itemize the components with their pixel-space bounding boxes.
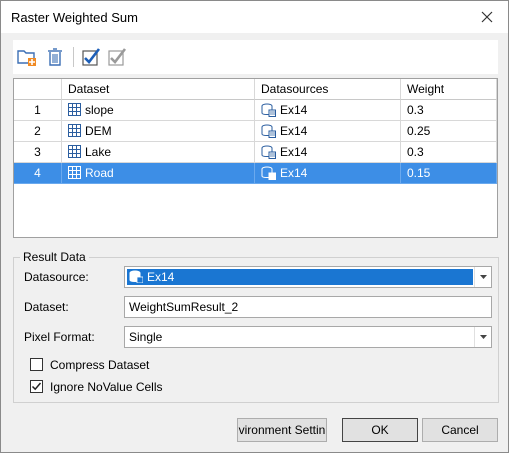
- chevron-down-icon: [479, 275, 487, 279]
- row-index: 3: [14, 142, 62, 163]
- compress-dataset-checkbox[interactable]: [30, 358, 43, 371]
- column-header-index[interactable]: [14, 79, 62, 100]
- delete-button[interactable]: [43, 45, 67, 69]
- raster-dataset-icon: [68, 166, 81, 180]
- folder-add-icon: [17, 50, 36, 66]
- weight-cell[interactable]: 0.3: [401, 142, 497, 163]
- ignore-novalue-checkbox[interactable]: [30, 380, 43, 393]
- datasource-dropdown-button[interactable]: [474, 267, 491, 287]
- weight-cell[interactable]: 0.15: [401, 163, 497, 184]
- weight-cell[interactable]: 0.25: [401, 121, 497, 142]
- datasource-icon: [261, 103, 276, 117]
- group-title: Result Data: [20, 250, 89, 264]
- result-data-group: Result Data Datasource: Ex14 Dataset: We…: [13, 250, 499, 403]
- raster-dataset-icon: [68, 103, 81, 117]
- datasource-value: Ex14: [147, 270, 175, 284]
- weight-cell[interactable]: 0.3: [401, 100, 497, 121]
- dataset-cell[interactable]: Road: [62, 163, 255, 184]
- table-row[interactable]: 3 Lake Ex14 0.3: [14, 142, 497, 163]
- datasource-label: Datasource:: [24, 270, 89, 284]
- datasource-name: Ex14: [280, 124, 308, 138]
- datasource-cell[interactable]: Ex14: [255, 142, 401, 163]
- row-index: 4: [14, 163, 62, 184]
- table-header: Dataset Datasources Weight: [14, 79, 497, 100]
- toolbar: [13, 40, 498, 74]
- delete-icon: [48, 48, 62, 66]
- invert-select-button[interactable]: [105, 45, 129, 69]
- dataset-cell[interactable]: slope: [62, 100, 255, 121]
- dataset-name: slope: [85, 103, 114, 117]
- invert-select-icon: [108, 48, 127, 66]
- dataset-table[interactable]: Dataset Datasources Weight 1 slope Ex14 0.3…: [13, 78, 498, 238]
- datasource-icon: [261, 166, 276, 180]
- datasource-name: Ex14: [280, 103, 308, 117]
- pixel-format-dropdown-button[interactable]: [474, 327, 491, 347]
- raster-weighted-sum-dialog: Raster Weighted Sum Dataset Datasources …: [0, 0, 509, 453]
- environment-settings-button[interactable]: vironment Settin: [237, 418, 327, 442]
- dataset-label: Dataset:: [24, 300, 69, 314]
- column-header-weight[interactable]: Weight: [401, 79, 497, 100]
- dataset-cell[interactable]: DEM: [62, 121, 255, 142]
- cancel-button[interactable]: Cancel: [422, 418, 498, 442]
- datasource-cell[interactable]: Ex14: [255, 100, 401, 121]
- datasource-selected: Ex14: [127, 269, 473, 285]
- title-bar: Raster Weighted Sum: [1, 1, 508, 33]
- dataset-name: Road: [85, 166, 114, 180]
- window-title: Raster Weighted Sum: [11, 10, 138, 25]
- datasource-cell[interactable]: Ex14: [255, 163, 401, 184]
- column-header-datasources[interactable]: Datasources: [255, 79, 401, 100]
- row-index: 1: [14, 100, 62, 121]
- dataset-name: DEM: [85, 124, 112, 138]
- datasource-icon: [261, 145, 276, 159]
- toolbar-separator: [73, 47, 74, 67]
- ok-button[interactable]: OK: [342, 418, 418, 442]
- column-header-dataset[interactable]: Dataset: [62, 79, 255, 100]
- raster-dataset-icon: [68, 124, 81, 138]
- datasource-name: Ex14: [280, 145, 308, 159]
- pixel-format-combo[interactable]: Single: [124, 326, 492, 348]
- row-index: 2: [14, 121, 62, 142]
- add-dataset-button[interactable]: [15, 45, 39, 69]
- chevron-down-icon: [479, 335, 487, 339]
- pixel-format-label: Pixel Format:: [24, 330, 95, 344]
- dataset-name: Lake: [85, 145, 112, 159]
- select-all-button[interactable]: [79, 45, 103, 69]
- close-icon: [481, 11, 493, 23]
- datasource-icon: [129, 270, 143, 284]
- table-row[interactable]: 2 DEM Ex14 0.25: [14, 121, 497, 142]
- dataset-name-input[interactable]: WeightSumResult_2: [124, 296, 492, 318]
- datasource-cell[interactable]: Ex14: [255, 121, 401, 142]
- raster-dataset-icon: [68, 145, 81, 159]
- datasource-combo[interactable]: Ex14: [124, 266, 492, 288]
- ignore-novalue-label: Ignore NoValue Cells: [50, 380, 163, 394]
- datasource-icon: [261, 124, 276, 138]
- pixel-format-value: Single: [129, 330, 163, 344]
- datasource-name: Ex14: [280, 166, 308, 180]
- checkmark-icon: [31, 382, 42, 391]
- table-row[interactable]: 1 slope Ex14 0.3: [14, 100, 497, 121]
- select-all-icon: [82, 48, 101, 66]
- table-row[interactable]: 4 Road Ex14 0.15: [14, 163, 497, 184]
- compress-dataset-label: Compress Dataset: [50, 358, 150, 372]
- dataset-cell[interactable]: Lake: [62, 142, 255, 163]
- close-button[interactable]: [474, 5, 500, 29]
